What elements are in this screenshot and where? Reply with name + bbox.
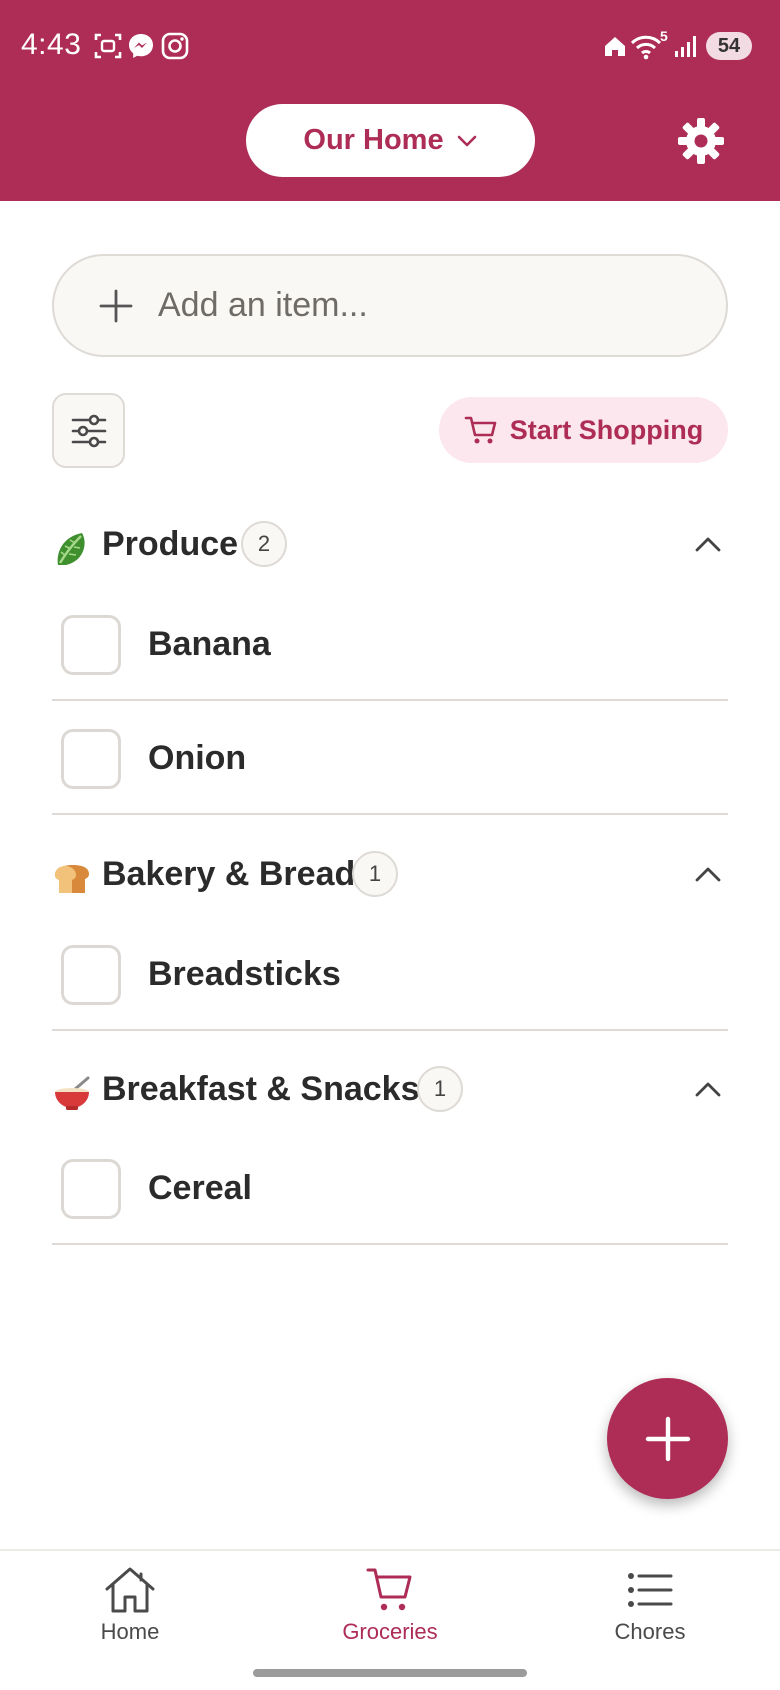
add-item-input[interactable]	[158, 286, 678, 325]
plus-icon	[99, 289, 133, 322]
section-header-produce[interactable]: Produce 2	[52, 515, 728, 575]
home-indicator	[253, 1669, 527, 1677]
list-icon	[628, 1573, 673, 1607]
list-item[interactable]: Cereal	[52, 1131, 728, 1245]
home-status-icon	[605, 37, 625, 56]
plus-icon	[645, 1416, 690, 1461]
nav-chores[interactable]: Chores	[570, 1565, 730, 1645]
lettuce-icon	[57, 533, 85, 565]
chevron-down-icon	[457, 135, 476, 146]
chevron-up-icon[interactable]	[692, 529, 724, 561]
list-item[interactable]: Banana	[52, 587, 728, 701]
status-time: 4:43	[21, 28, 82, 61]
section-header-bakery[interactable]: Bakery & Bread 1	[52, 845, 728, 905]
item-checkbox[interactable]	[61, 615, 121, 675]
cart-icon	[464, 416, 497, 444]
item-checkbox[interactable]	[61, 1159, 121, 1219]
section-title: Breakfast & Snacks	[102, 1070, 420, 1108]
signal-icon	[675, 36, 696, 57]
bread-icon	[55, 865, 89, 893]
filter-button[interactable]	[52, 393, 125, 468]
add-item-field[interactable]	[52, 254, 728, 357]
bowl-icon	[55, 1076, 90, 1110]
nav-home[interactable]: Home	[50, 1565, 210, 1645]
start-shopping-button[interactable]: Start Shopping	[439, 397, 728, 463]
count-badge: 2	[241, 521, 287, 567]
nav-label: Home	[100, 1619, 160, 1644]
chevron-up-icon[interactable]	[692, 859, 724, 891]
start-shopping-label: Start Shopping	[509, 414, 704, 445]
gear-icon[interactable]	[676, 116, 726, 166]
list-item[interactable]: Breadsticks	[52, 917, 728, 1031]
wifi-tag: 5	[660, 28, 668, 44]
sliders-icon	[71, 414, 106, 447]
app-bar: 4:43 5 54 Our Home	[0, 0, 780, 201]
home-selector-label: Our Home	[303, 124, 444, 156]
house-icon	[105, 1567, 155, 1613]
cart-icon	[366, 1568, 412, 1611]
home-selector-button[interactable]: Our Home	[246, 104, 535, 177]
section-title: Produce	[102, 525, 239, 563]
count-badge: 1	[417, 1066, 463, 1112]
nav-label: Groceries	[342, 1619, 438, 1644]
messenger-icon	[129, 34, 153, 58]
screenshot-icon	[94, 33, 122, 59]
item-name: Onion	[148, 739, 247, 777]
nav-groceries[interactable]: Groceries	[310, 1565, 470, 1645]
status-bar: 4:43 5 54	[0, 0, 780, 95]
add-fab-button[interactable]	[607, 1378, 728, 1499]
item-checkbox[interactable]	[61, 945, 121, 1005]
item-name: Banana	[148, 625, 271, 663]
count-badge: 1	[352, 851, 398, 897]
battery-indicator: 54	[706, 32, 752, 60]
item-name: Cereal	[148, 1169, 252, 1207]
list-item[interactable]: Onion	[52, 701, 728, 815]
item-checkbox[interactable]	[61, 729, 121, 789]
section-title: Bakery & Bread	[102, 855, 356, 893]
section-header-breakfast[interactable]: Breakfast & Snacks 1	[52, 1060, 728, 1120]
instagram-icon	[161, 32, 189, 60]
item-name: Breadsticks	[148, 955, 341, 993]
chevron-up-icon[interactable]	[692, 1074, 724, 1106]
nav-label: Chores	[614, 1619, 686, 1644]
